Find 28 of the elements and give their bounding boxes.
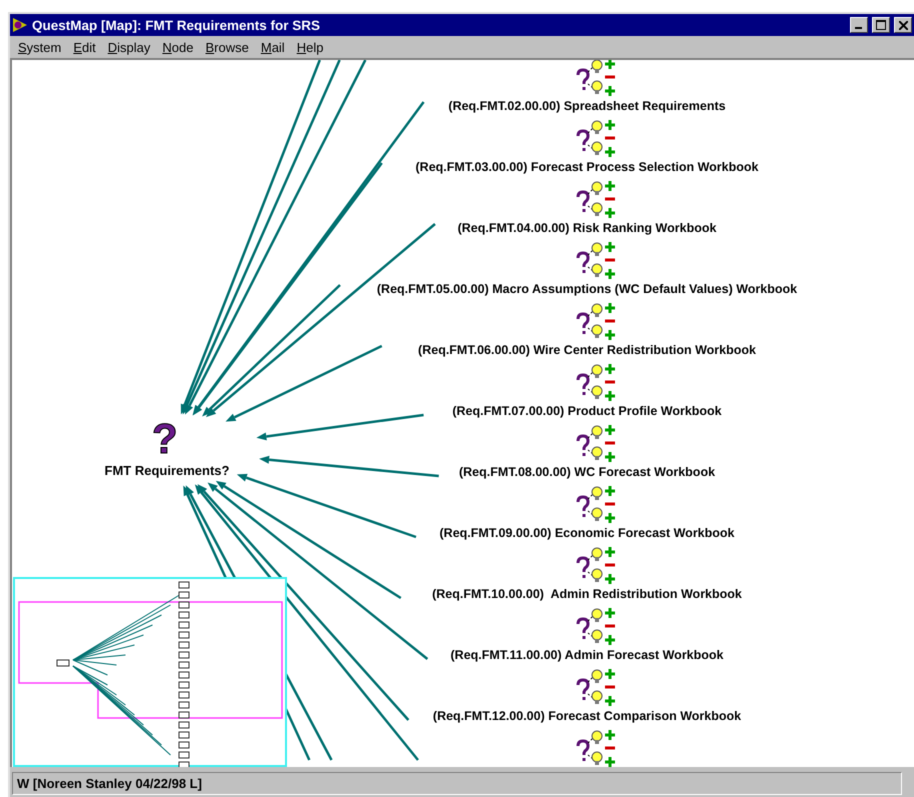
close-button[interactable]	[894, 17, 912, 33]
menu-item[interactable]: Help	[290, 40, 330, 54]
node-label[interactable]: (Req.FMT.11.00.00) Admin Forecast Workbook	[450, 648, 724, 662]
app-logo-icon	[12, 17, 28, 33]
menu-item[interactable]: Node	[156, 40, 200, 54]
menu-item[interactable]: Mail	[254, 40, 291, 54]
node-label[interactable]: (Req.FMT.09.00.00) Economic Forecast Workbook	[438, 526, 736, 540]
node-label[interactable]: (Req.FMT.04.00.00) Risk Ranking Workbook	[456, 221, 718, 235]
close-icon	[898, 20, 908, 30]
maximize-icon	[876, 20, 886, 30]
maximize-button[interactable]	[872, 17, 890, 33]
status-text: W [Noreen Stanley 04/22/98 L]	[12, 772, 902, 794]
node-label[interactable]: FMT Requirements?	[87, 463, 247, 478]
menu-item[interactable]: Edit	[67, 40, 102, 54]
minimize-button[interactable]	[850, 17, 868, 33]
node-label[interactable]: (Req.FMT.12.00.00) Forecast Comparison Workbook	[432, 709, 742, 723]
question-node-icon[interactable]: ?	[152, 418, 178, 460]
node-label[interactable]: (Req.FMT.02.00.00) Spreadsheet Requirements	[447, 99, 727, 113]
menu-item[interactable]: System	[12, 40, 68, 54]
node-label[interactable]: (Req.FMT.06.00.00) Wire Center Redistribution Workbook	[417, 343, 757, 357]
window-title: QuestMap [Map]: FMT Requirements for SRS	[32, 18, 322, 32]
menu-item[interactable]: Display	[102, 40, 156, 54]
menu-item[interactable]: Browse	[199, 40, 255, 54]
node-label[interactable]: (Req.FMT.03.00.00) Forecast Process Selection Workbook	[414, 160, 760, 174]
node-label[interactable]: (Req.FMT.05.00.00) Macro Assumptions (WC Default Values) Workbook	[376, 282, 798, 296]
node-label[interactable]: (Req.FMT.08.00.00) WC Forecast Workbook	[458, 465, 716, 479]
node-label[interactable]: (Req.FMT.07.00.00) Product Profile Workbook	[451, 404, 723, 418]
node-label[interactable]: (Req.FMT.10.00.00) Admin Redistribution Workbook	[431, 587, 743, 601]
